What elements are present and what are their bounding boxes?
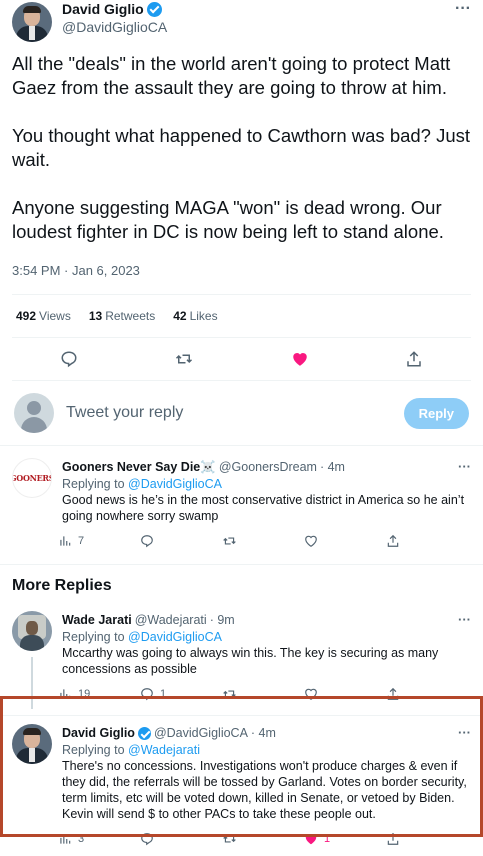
share-icon (387, 687, 399, 700)
reply-icon[interactable] (60, 350, 78, 368)
share-icon (387, 832, 399, 845)
replying-to: Replying to @DavidGiglioCA (62, 477, 223, 491)
share-icon (387, 534, 399, 547)
like-action[interactable] (304, 687, 386, 701)
thread-line (31, 657, 33, 709)
more-options-icon[interactable]: ··· (458, 611, 471, 629)
author-name[interactable]: David Giglio (62, 0, 144, 18)
more-options-icon[interactable]: ··· (455, 0, 471, 18)
retweet-action[interactable] (222, 832, 304, 846)
reply-button[interactable]: Reply (403, 397, 469, 429)
replying-to: Replying to @Wadejarati (62, 743, 201, 757)
main-tweet-header: David Giglio @DavidGiglioCA ··· (12, 0, 471, 48)
share-action[interactable] (386, 832, 468, 846)
views-icon (60, 536, 71, 546)
more-options-icon[interactable]: ··· (458, 724, 471, 742)
like-icon-liked[interactable] (291, 350, 309, 368)
share-action[interactable] (386, 687, 468, 701)
tweet-text: There's no concessions. Investigations w… (62, 759, 467, 821)
reply-icon (141, 833, 153, 846)
author-name[interactable]: David Giglio (62, 725, 135, 741)
share-icon[interactable] (405, 350, 423, 368)
views-action[interactable]: 3 (58, 832, 140, 846)
author-avatar[interactable] (12, 724, 52, 764)
more-options-icon[interactable]: ··· (458, 458, 471, 476)
tweet-time[interactable]: · 4m (320, 459, 345, 475)
reply-action[interactable] (140, 832, 222, 846)
tweet-text: Mccarthy was going to always win this. T… (62, 646, 439, 676)
main-tweet-actions (12, 338, 471, 380)
retweet-icon (223, 835, 236, 843)
reply-tweet[interactable]: GOONERS Gooners Never Say Die☠️ @Gooners… (0, 446, 483, 558)
like-icon (305, 535, 317, 547)
replying-to-link[interactable]: @DavidGiglioCA (128, 630, 222, 644)
tweet-text: Good news is he’s in the most conservati… (62, 493, 465, 523)
views-icon (60, 834, 71, 844)
reply-action[interactable] (140, 534, 222, 548)
tweet-time[interactable]: · 9m (210, 612, 235, 628)
author-avatar[interactable] (12, 611, 52, 651)
views-action[interactable]: 7 (58, 534, 140, 548)
tweet-actions: 19 1 (58, 677, 471, 711)
like-icon (305, 688, 317, 700)
retweets-stat[interactable]: 13 Retweets (89, 309, 155, 323)
likes-stat[interactable]: 42 Likes (173, 309, 217, 323)
reply-input[interactable]: Tweet your reply (66, 404, 404, 422)
like-icon-liked (305, 834, 317, 845)
tweet-text: All the "deals" in the world aren't goin… (12, 53, 471, 242)
like-action[interactable] (304, 534, 386, 548)
retweet-action[interactable] (222, 687, 304, 701)
verified-badge-icon (137, 726, 151, 740)
user-avatar (14, 393, 54, 433)
tweet-actions: 7 (58, 524, 471, 558)
retweet-icon (223, 690, 236, 698)
author-handle[interactable]: @GoonersDream (219, 459, 317, 475)
tweet-stats: 492 Views 13 Retweets 42 Likes (12, 295, 471, 337)
main-tweet: David Giglio @DavidGiglioCA ··· All the … (0, 0, 483, 278)
reply-icon (141, 535, 153, 548)
author-name[interactable]: Gooners Never Say Die☠️ (62, 459, 216, 475)
views-stat[interactable]: 492 Views (16, 309, 71, 323)
tweet-time[interactable]: · 4m (251, 725, 276, 741)
reply-icon (141, 688, 153, 701)
more-replies-heading: More Replies (12, 577, 112, 594)
reply-tweet[interactable]: David Giglio @DavidGiglioCA · 4m ··· Rep… (0, 716, 483, 856)
like-action[interactable]: 1 (304, 832, 386, 846)
replying-to-link[interactable]: @Wadejarati (128, 743, 200, 757)
author-name[interactable]: Wade Jarati (62, 612, 132, 628)
tweet-actions: 3 1 (58, 822, 471, 856)
views-icon (60, 689, 71, 699)
views-action[interactable]: 19 (58, 687, 140, 701)
author-avatar[interactable]: GOONERS (12, 458, 52, 498)
reply-composer: Tweet your reply Reply (0, 381, 483, 445)
retweet-action[interactable] (222, 534, 304, 548)
author-avatar[interactable] (12, 2, 52, 42)
replying-to: Replying to @DavidGiglioCA (62, 630, 223, 644)
author-handle[interactable]: @Wadejarati (135, 612, 207, 628)
author-handle[interactable]: @DavidGiglioCA (154, 725, 248, 741)
reply-action[interactable]: 1 (140, 687, 222, 701)
tweet-timestamp[interactable]: 3:54 PM · Jan 6, 2023 (12, 263, 471, 278)
reply-tweet[interactable]: Wade Jarati @Wadejarati · 9m ··· Replyin… (0, 603, 483, 711)
verified-badge-icon (146, 1, 162, 17)
author-handle[interactable]: @DavidGiglioCA (62, 18, 167, 36)
replying-to-link[interactable]: @DavidGiglioCA (128, 477, 222, 491)
retweet-icon[interactable] (174, 350, 194, 368)
author-names: David Giglio @DavidGiglioCA (62, 0, 167, 36)
retweet-icon (223, 537, 236, 545)
share-action[interactable] (386, 534, 468, 548)
